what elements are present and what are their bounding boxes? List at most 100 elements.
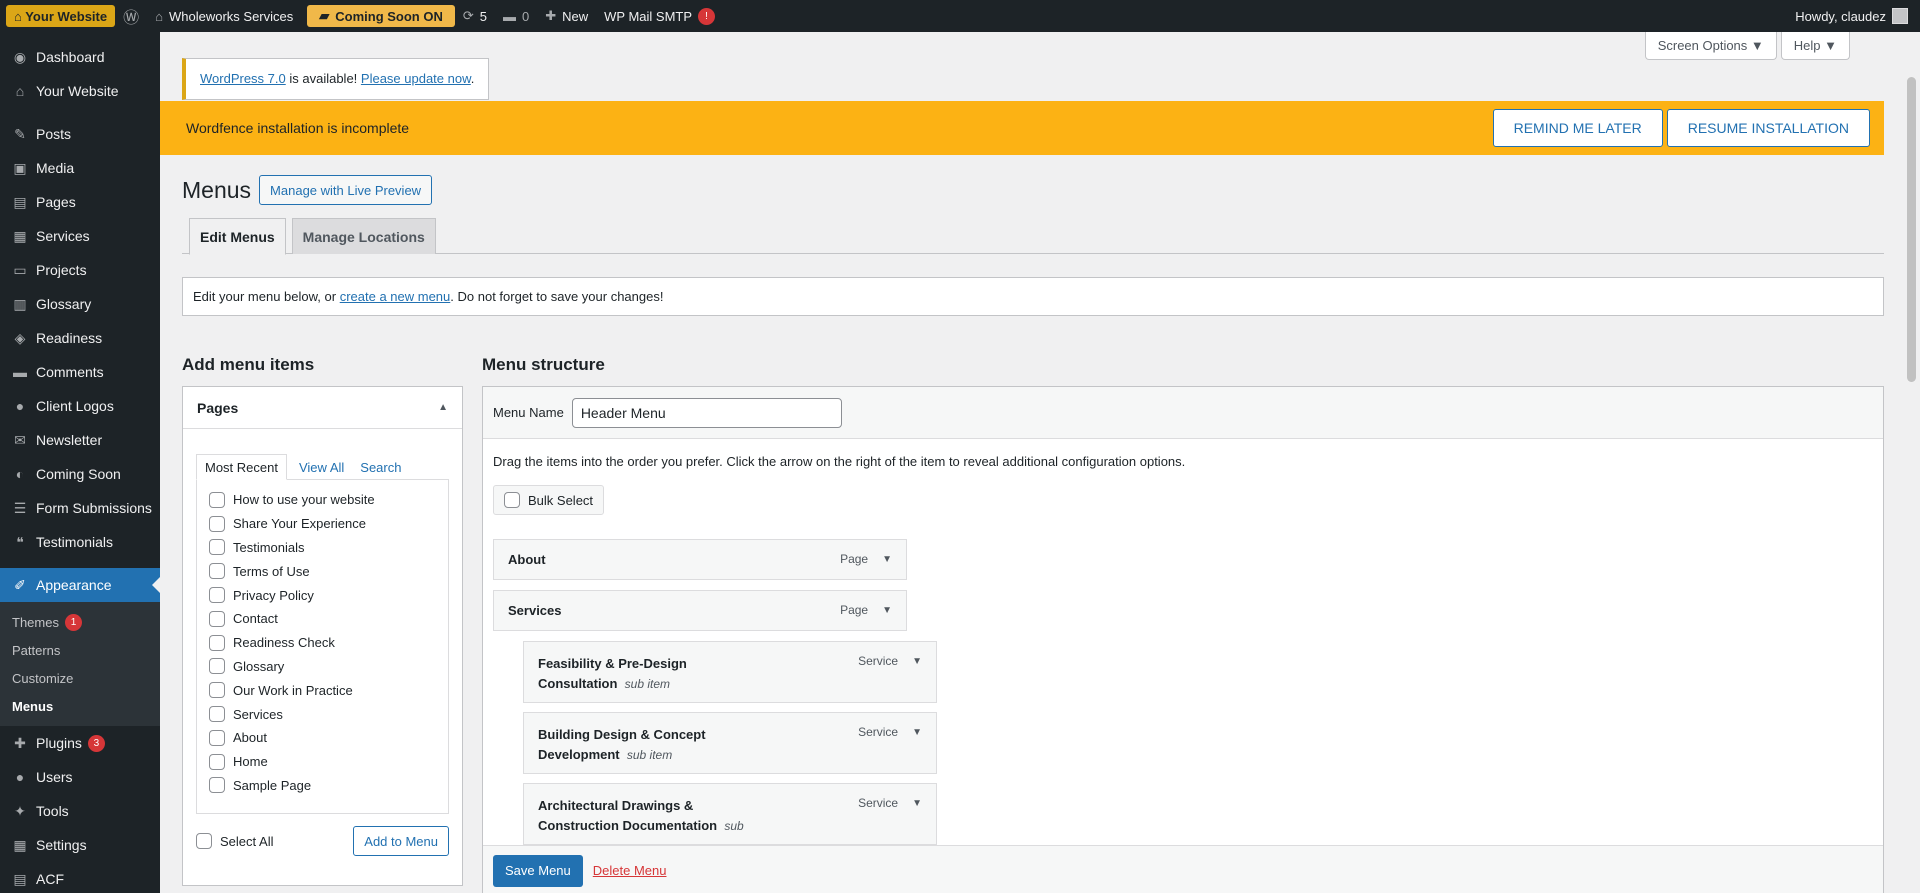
site-name-link[interactable]: ⌂ Wholeworks Services xyxy=(147,0,301,32)
page-checkbox[interactable] xyxy=(209,706,225,723)
wordpress-logo-icon[interactable]: Ⓦ xyxy=(115,0,147,32)
tab-edit-menus[interactable]: Edit Menus xyxy=(189,218,286,255)
sidebar-item-media[interactable]: ▣ Media xyxy=(0,151,160,185)
sidebar-item-readiness[interactable]: ◈ Readiness xyxy=(0,321,160,355)
expand-arrow-icon[interactable]: ▼ xyxy=(882,554,892,565)
sidebar-item-pages[interactable]: ▤ Pages xyxy=(0,185,160,219)
pin-icon: ✎ xyxy=(14,125,26,142)
list-item[interactable]: Readiness Check xyxy=(197,631,448,655)
help-button[interactable]: Help ▼ xyxy=(1780,32,1850,60)
add-to-menu-button[interactable]: Add to Menu xyxy=(353,826,449,856)
select-all-label[interactable]: Select All xyxy=(220,834,273,849)
save-menu-button[interactable]: Save Menu xyxy=(493,854,583,887)
page-checkbox[interactable] xyxy=(209,563,225,580)
list-item[interactable]: Testimonials xyxy=(197,536,448,560)
tab-view-all[interactable]: View All xyxy=(291,454,352,480)
bulk-select-button[interactable]: Bulk Select xyxy=(493,485,605,515)
menu-item-feasibility[interactable]: Feasibility & Pre-Design Consultation su… xyxy=(523,641,937,703)
page-checkbox[interactable] xyxy=(209,658,225,675)
expand-arrow-icon[interactable]: ▼ xyxy=(912,798,922,809)
create-new-menu-link[interactable]: create a new menu xyxy=(340,289,451,304)
sidebar-item-newsletter[interactable]: ✉ Newsletter xyxy=(0,423,160,457)
new-content-link[interactable]: ✚ New xyxy=(537,0,596,32)
sidebar-item-glossary[interactable]: ▥ Glossary xyxy=(0,287,160,321)
submenu-item-menus[interactable]: Menus xyxy=(0,692,160,720)
list-item[interactable]: Share Your Experience xyxy=(197,512,448,536)
list-item[interactable]: Privacy Policy xyxy=(197,583,448,607)
sidebar-item-coming-soon[interactable]: ◐ Coming Soon xyxy=(0,457,160,491)
sidebar-item-label: Media xyxy=(36,160,75,176)
bulk-select-checkbox[interactable] xyxy=(504,492,520,508)
list-item[interactable]: Services xyxy=(197,702,448,726)
menu-item-building-design[interactable]: Building Design & Concept Development su… xyxy=(523,712,937,774)
list-item[interactable]: Sample Page xyxy=(197,774,448,798)
page-checkbox[interactable] xyxy=(209,610,225,627)
comments-link[interactable]: ▬ 0 xyxy=(495,0,537,32)
menu-item-about[interactable]: About Page ▼ xyxy=(493,539,907,580)
select-all-checkbox[interactable] xyxy=(196,833,212,849)
howdy-label: Howdy, claudez xyxy=(1795,8,1886,24)
delete-menu-link[interactable]: Delete Menu xyxy=(593,863,667,878)
sidebar-item-form-submissions[interactable]: ☰ Form Submissions xyxy=(0,491,160,525)
sidebar-item-settings[interactable]: ▦ Settings xyxy=(0,828,160,862)
page-checkbox[interactable] xyxy=(209,753,225,770)
page-checkbox[interactable] xyxy=(209,587,225,604)
dashboard-icon: ◉ xyxy=(13,48,27,65)
list-item[interactable]: Terms of Use xyxy=(197,559,448,583)
remind-me-later-button[interactable]: REMIND ME LATER xyxy=(1492,109,1663,147)
menu-name-input[interactable]: Header Menu xyxy=(571,397,842,428)
scrollbar-thumb[interactable] xyxy=(1907,77,1916,382)
submenu-item-themes[interactable]: Themes 1 xyxy=(0,608,160,636)
update-now-link[interactable]: Please update now xyxy=(361,71,471,86)
list-item[interactable]: Home xyxy=(197,750,448,774)
menu-item-services[interactable]: Services Page ▼ xyxy=(493,590,907,631)
live-preview-button[interactable]: Manage with Live Preview xyxy=(259,175,433,205)
sidebar-item-users[interactable]: ● Users xyxy=(0,760,160,794)
sidebar-item-services[interactable]: ▦ Services xyxy=(0,219,160,253)
screen-options-button[interactable]: Screen Options ▼ xyxy=(1644,32,1777,60)
wp-mail-smtp-link[interactable]: WP Mail SMTP! xyxy=(596,0,723,32)
sidebar-item-your-website[interactable]: ⌂ Your Website xyxy=(0,74,160,108)
sidebar-item-testimonials[interactable]: ❝ Testimonials xyxy=(0,525,160,559)
page-checkbox[interactable] xyxy=(209,729,225,746)
submenu-item-customize[interactable]: Customize xyxy=(0,664,160,692)
list-item[interactable]: Contact xyxy=(197,607,448,631)
page-checkbox[interactable] xyxy=(209,491,225,508)
sidebar-item-acf[interactable]: ▤ ACF xyxy=(0,862,160,893)
pages-accordion-header[interactable]: Pages ▲ xyxy=(183,387,462,429)
coming-soon-toggle[interactable]: ▰ Coming Soon ON xyxy=(307,5,455,27)
list-item[interactable]: Glossary xyxy=(197,655,448,679)
page-checkbox[interactable] xyxy=(209,634,225,651)
expand-arrow-icon[interactable]: ▼ xyxy=(912,656,922,667)
sidebar-item-posts[interactable]: ✎ Posts xyxy=(0,117,160,151)
page-checkbox[interactable] xyxy=(209,777,225,794)
sidebar-item-projects[interactable]: ▭ Projects xyxy=(0,253,160,287)
sidebar-item-tools[interactable]: ✦ Tools xyxy=(0,794,160,828)
expand-arrow-icon[interactable]: ▼ xyxy=(912,727,922,738)
menu-item-architectural-drawings[interactable]: Architectural Drawings & Construction Do… xyxy=(523,783,937,845)
list-item[interactable]: About xyxy=(197,726,448,750)
updates-link[interactable]: ⟳ 5 xyxy=(455,0,495,32)
sidebar-item-plugins[interactable]: ✚ Plugins 3 xyxy=(0,726,160,760)
list-item[interactable]: Our Work in Practice xyxy=(197,678,448,702)
my-account-link[interactable]: Howdy, claudez xyxy=(1787,0,1920,32)
tab-search[interactable]: Search xyxy=(352,454,409,480)
sidebar-item-appearance[interactable]: ✐ Appearance xyxy=(0,568,160,602)
page-scrollbar[interactable] xyxy=(1903,32,1920,893)
sidebar-item-label: Dashboard xyxy=(36,49,105,65)
resume-installation-button[interactable]: RESUME INSTALLATION xyxy=(1666,109,1870,147)
tab-manage-locations[interactable]: Manage Locations xyxy=(291,218,436,254)
tab-most-recent[interactable]: Most Recent xyxy=(196,454,287,480)
wordpress-version-link[interactable]: WordPress 7.0 xyxy=(200,71,286,86)
page-checkbox[interactable] xyxy=(209,539,225,556)
page-checkbox[interactable] xyxy=(209,515,225,532)
sidebar-item-dashboard[interactable]: ◉ Dashboard xyxy=(0,40,160,74)
sidebar-item-comments[interactable]: ▬ Comments xyxy=(0,355,160,389)
your-website-button[interactable]: ⌂ Your Website xyxy=(6,5,116,27)
page-checkbox[interactable] xyxy=(209,682,225,699)
sidebar-item-client-logos[interactable]: ● Client Logos xyxy=(0,389,160,423)
submenu-item-patterns[interactable]: Patterns xyxy=(0,636,160,664)
expand-arrow-icon[interactable]: ▼ xyxy=(882,605,892,616)
menu-item-type: Service xyxy=(858,725,899,739)
list-item[interactable]: How to use your website xyxy=(197,488,448,512)
